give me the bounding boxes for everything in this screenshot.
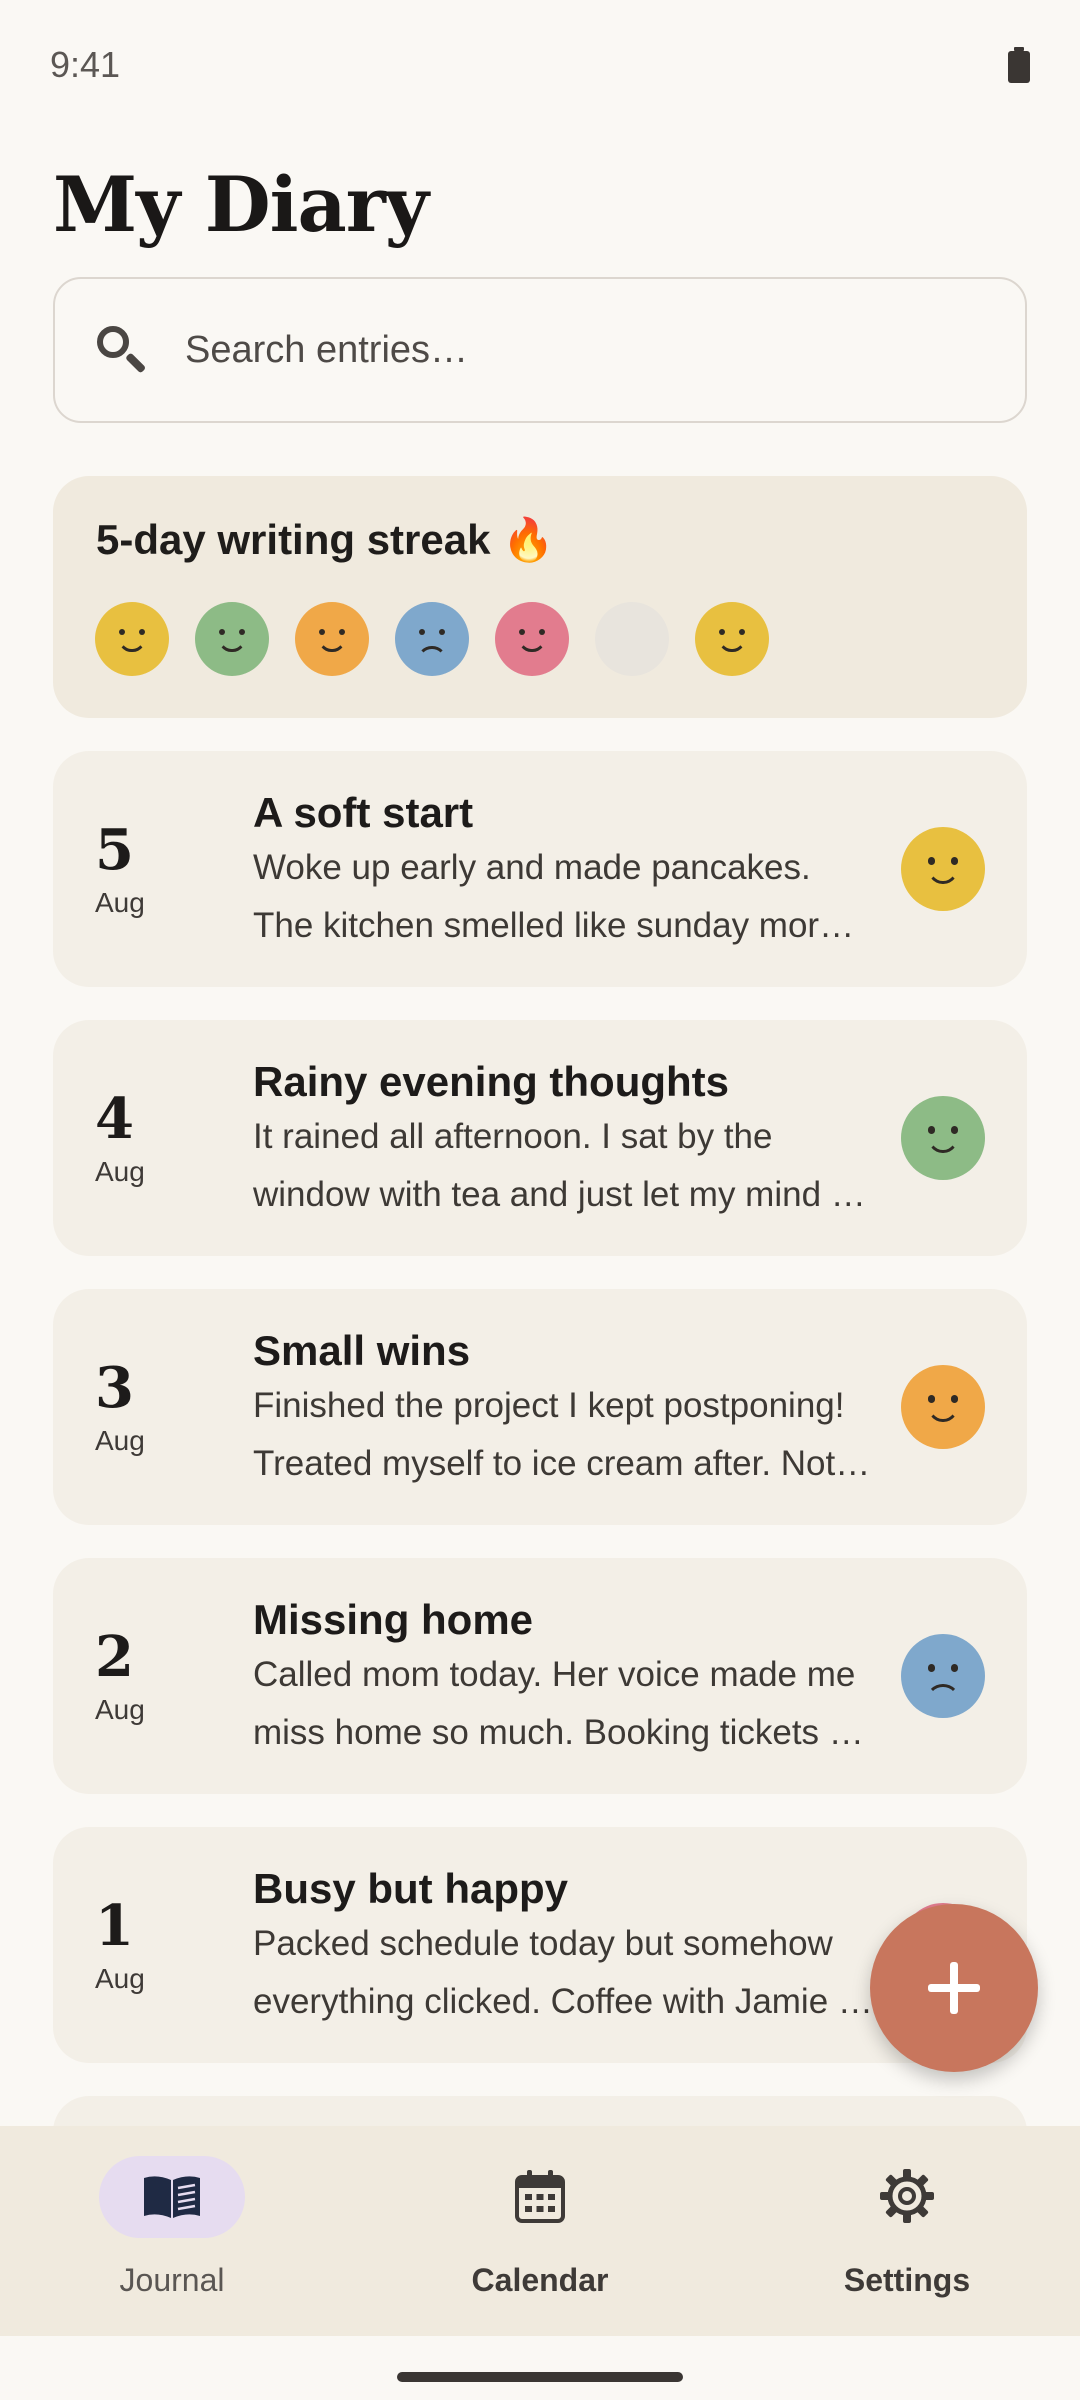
entry-preview-line: miss home so much. Booking tickets soon … xyxy=(253,1713,873,1752)
sad-face-icon xyxy=(395,602,469,676)
entry-preview: It rained all afternoon. I sat by the wi… xyxy=(253,1108,873,1224)
smiley-face-icon xyxy=(495,602,569,676)
smiley-face-icon xyxy=(695,602,769,676)
entry-day: 3 xyxy=(95,1355,134,1421)
entry-preview-line: everything clicked. Coffee with Jamie wa… xyxy=(253,1982,873,2021)
streak-card: 5-day writing streak 🔥 xyxy=(53,476,1027,718)
status-time: 9:41 xyxy=(50,44,121,85)
home-indicator[interactable] xyxy=(397,2372,683,2382)
entry-preview: Finished the project I kept postponing! … xyxy=(253,1377,873,1493)
entry-month: Aug xyxy=(95,1425,145,1456)
bottom-navigation: Journal Calendar Settings xyxy=(0,2126,1080,2336)
entry-preview: Packed schedule today but somehow everyt… xyxy=(253,1915,873,2031)
streak-mood-dot xyxy=(595,602,669,676)
entry-card[interactable]: 3 Aug Small wins Finished the project I … xyxy=(53,1289,1027,1525)
search-input[interactable] xyxy=(185,328,985,372)
entry-month: Aug xyxy=(95,1694,145,1725)
entry-preview-line: It rained all afternoon. I sat by the xyxy=(253,1117,773,1156)
nav-label: Calendar xyxy=(471,2262,609,2298)
entry-title: Missing home xyxy=(253,1596,534,1643)
entry-preview-line: Called mom today. Her voice made me xyxy=(253,1655,856,1694)
entry-preview: Called mom today. Her voice made me miss… xyxy=(253,1646,873,1762)
entry-preview-line: The kitchen smelled like sunday mornings… xyxy=(253,906,873,945)
smiley-face-icon xyxy=(195,602,269,676)
smiley-face-icon xyxy=(901,827,985,911)
streak-mood-dot xyxy=(295,602,369,676)
page-title: My Diary xyxy=(53,160,429,249)
entry-preview-line: window with tea and just let my mind wan… xyxy=(253,1175,873,1214)
search-icon xyxy=(91,320,151,380)
smiley-face-icon xyxy=(295,602,369,676)
nav-item-calendar[interactable]: Calendar xyxy=(390,2156,690,2316)
entry-mood-icon xyxy=(901,827,985,911)
battery-icon xyxy=(1008,47,1030,83)
nav-item-journal[interactable]: Journal xyxy=(22,2156,322,2316)
entry-day: 1 xyxy=(95,1893,134,1959)
entry-mood-icon xyxy=(901,1365,985,1449)
entry-day: 5 xyxy=(95,817,134,883)
entry-title: Rainy evening thoughts xyxy=(253,1058,730,1105)
entry-preview-line: Packed schedule today but somehow xyxy=(253,1924,833,1963)
entry-day: 2 xyxy=(95,1624,134,1690)
status-bar: 9:41 xyxy=(0,0,1080,130)
streak-mood-dot xyxy=(95,602,169,676)
streak-mood-dot xyxy=(495,602,569,676)
gear-icon xyxy=(880,2169,934,2223)
entry-month: Aug xyxy=(95,1963,145,1994)
streak-mood-dot xyxy=(395,602,469,676)
entry-preview-line: Finished the project I kept postponing! xyxy=(253,1386,845,1425)
entry-mood-icon xyxy=(901,1096,985,1180)
entry-card[interactable]: 5 Aug A soft start Woke up early and mad… xyxy=(53,751,1027,987)
nav-item-settings[interactable]: Settings xyxy=(757,2156,1057,2316)
smiley-face-icon xyxy=(95,602,169,676)
streak-title: 5-day writing streak 🔥 xyxy=(96,516,555,563)
entry-mood-icon xyxy=(901,1634,985,1718)
streak-mood-dot xyxy=(195,602,269,676)
entry-preview: Woke up early and made pancakes. The kit… xyxy=(253,839,873,955)
nav-label: Journal xyxy=(119,2262,225,2298)
streak-mood-dot xyxy=(695,602,769,676)
book-icon xyxy=(144,2176,200,2218)
add-entry-button[interactable] xyxy=(870,1904,1038,2072)
search-bar[interactable] xyxy=(53,277,1027,423)
entry-card[interactable]: 2 Aug Missing home Called mom today. Her… xyxy=(53,1558,1027,1794)
smiley-face-icon xyxy=(901,1365,985,1449)
entry-day: 4 xyxy=(95,1086,134,1152)
entry-month: Aug xyxy=(95,1156,145,1187)
entry-title: A soft start xyxy=(253,789,474,836)
sad-face-icon xyxy=(901,1634,985,1718)
entry-title: Busy but happy xyxy=(253,1865,569,1912)
calendar-icon xyxy=(515,2170,565,2223)
entry-preview-line: Woke up early and made pancakes. xyxy=(253,848,811,887)
entry-card[interactable]: 4 Aug Rainy evening thoughts It rained a… xyxy=(53,1020,1027,1256)
smiley-face-icon xyxy=(901,1096,985,1180)
entry-month: Aug xyxy=(95,887,145,918)
streak-moods xyxy=(95,602,769,676)
smiley-face-icon xyxy=(595,602,669,676)
entry-title: Small wins xyxy=(253,1327,471,1374)
nav-label: Settings xyxy=(843,2262,971,2298)
entry-preview-line: Treated myself to ice cream after. Not b… xyxy=(253,1444,873,1483)
